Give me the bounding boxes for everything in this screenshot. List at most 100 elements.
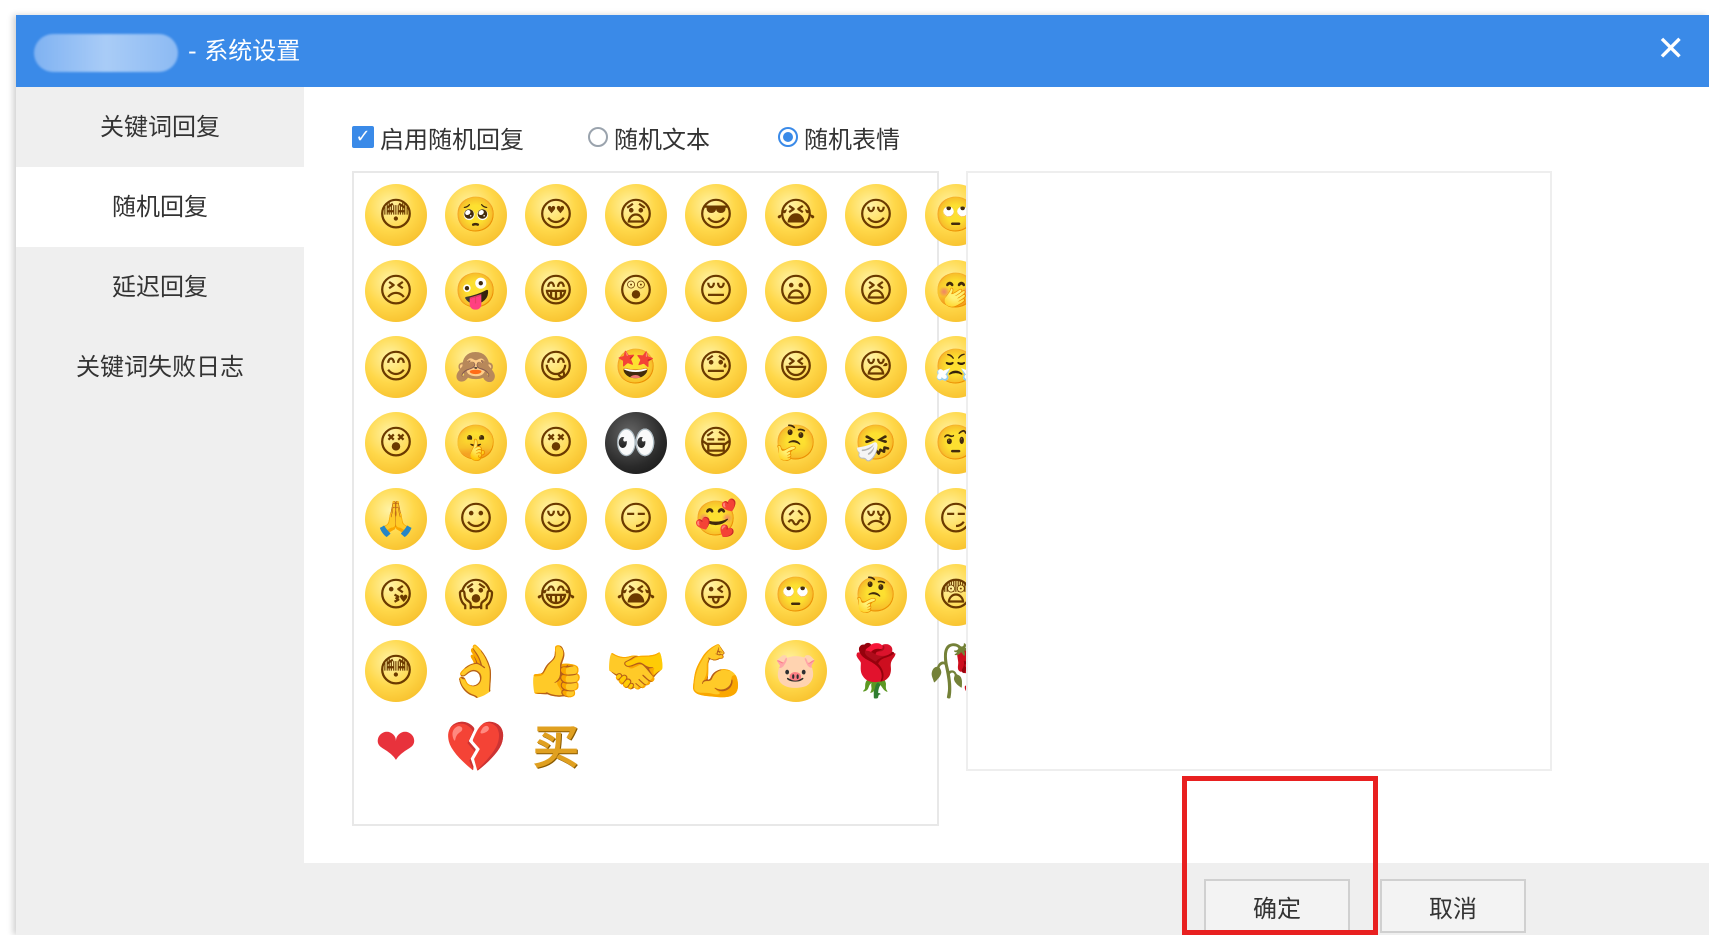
emoji-face-icon: 😦 (765, 260, 827, 322)
main-content: ✓ 启用随机回复 随机文本 随机表情 😳 🥺 😍 😧 😎 😭 😌 🙄 😣 🤪 😁 😲 😔 😦 😫 🤭 😊 🙈 😋 🤩 😓… (304, 87, 1709, 863)
emoji-face-icon: 😭 (605, 564, 667, 626)
close-icon[interactable]: ✕ (1657, 29, 1686, 69)
emoji-item[interactable]: 😔 (676, 253, 756, 329)
emoji-face-icon: 😊 (365, 336, 427, 398)
emoji-item[interactable]: 💪 (676, 633, 756, 709)
emoji-item[interactable]: 😷 (676, 405, 756, 481)
emoji-item[interactable]: 😧 (596, 177, 676, 253)
emoji-item[interactable]: 😍 (516, 177, 596, 253)
emoji-item[interactable]: 👍 (516, 633, 596, 709)
emoji-item[interactable]: 👀 (596, 405, 676, 481)
emoji-face-icon: 😋 (525, 336, 587, 398)
emoji-grid: 😳 🥺 😍 😧 😎 😭 😌 🙄 😣 🤪 😁 😲 😔 😦 😫 🤭 😊 🙈 😋 🤩 😓 😆 😪 😤 😵 🤫 😵 👀 😷 🤔 🤧 🤨 🙏 ☺ 😌 😏 🥰 😖 😢 😏… (356, 177, 996, 785)
emoji-item[interactable]: ☺ (436, 481, 516, 557)
emoji-item[interactable]: 🙄 (756, 557, 836, 633)
emoji-face-icon: 🤫 (445, 412, 507, 474)
emoji-face-icon: 😆 (765, 336, 827, 398)
emoji-item[interactable]: 😖 (756, 481, 836, 557)
emoji-item[interactable]: 🤔 (836, 557, 916, 633)
emoji-item[interactable]: 😢 (836, 481, 916, 557)
emoji-item[interactable]: 🤫 (436, 405, 516, 481)
checkbox-checked-icon: ✓ (352, 126, 374, 148)
emoji-face-icon: 😣 (365, 260, 427, 322)
enable-random-reply-checkbox[interactable]: ✓ 启用随机回复 (352, 117, 524, 157)
emoji-item[interactable]: 😆 (756, 329, 836, 405)
rose-icon: 🌹 (844, 642, 908, 700)
emoji-item[interactable]: 🌹 (836, 633, 916, 709)
emoji-item[interactable]: 😎 (676, 177, 756, 253)
emoji-item[interactable]: 😘 (356, 557, 436, 633)
emoji-face-icon: 😳 (365, 640, 427, 702)
random-text-label: 随机文本 (614, 125, 710, 154)
sidebar-item-delayed-reply[interactable]: 延迟回复 (16, 247, 304, 327)
emoji-item[interactable]: 🤪 (436, 253, 516, 329)
emoji-picker: 😳 🥺 😍 😧 😎 😭 😌 🙄 😣 🤪 😁 😲 😔 😦 😫 🤭 😊 🙈 😋 🤩 😓 😆 😪 😤 😵 🤫 😵 👀 😷 🤔 🤧 🤨 🙏 ☺ 😌 😏 🥰 😖 😢 😏… (352, 171, 987, 826)
emoji-face-icon: 😲 (605, 260, 667, 322)
emoji-item[interactable]: 😪 (836, 329, 916, 405)
emoji-face-icon: 😎 (685, 184, 747, 246)
cancel-button[interactable]: 取消 (1380, 879, 1526, 933)
emoji-item[interactable]: 🐷 (756, 633, 836, 709)
emoji-item[interactable]: 😌 (516, 481, 596, 557)
emoji-item[interactable]: 🙈 (436, 329, 516, 405)
thumbs-up-icon: 👍 (524, 642, 588, 700)
emoji-item[interactable]: ❤ (356, 709, 436, 785)
emoji-face-icon: 😌 (525, 488, 587, 550)
sidebar-item-keyword-reply[interactable]: 关键词回复 (16, 87, 304, 167)
emoji-face-icon: 🤧 (845, 412, 907, 474)
emoji-face-icon: 😘 (365, 564, 427, 626)
emoji-item[interactable]: 💔 (436, 709, 516, 785)
emoji-face-icon: 😱 (445, 564, 507, 626)
emoji-item[interactable]: 😳 (356, 177, 436, 253)
handshake-icon: 🤝 (604, 642, 668, 700)
emoji-face-icon: 😵 (365, 412, 427, 474)
emoji-item[interactable]: 🤧 (836, 405, 916, 481)
emoji-item[interactable]: 😫 (836, 253, 916, 329)
emoji-item[interactable]: 🤔 (756, 405, 836, 481)
emoji-item[interactable]: 😱 (436, 557, 516, 633)
emoji-face-icon: 😂 (525, 564, 587, 626)
emoji-item[interactable]: 😣 (356, 253, 436, 329)
emoji-face-icon: 😏 (605, 488, 667, 550)
emoji-face-icon: 🥺 (445, 184, 507, 246)
emoji-item[interactable]: 😋 (516, 329, 596, 405)
emoji-item[interactable]: 🥰 (676, 481, 756, 557)
emoji-item[interactable]: 😵 (516, 405, 596, 481)
emoji-item[interactable]: 😓 (676, 329, 756, 405)
emoji-face-icon: 😳 (365, 184, 427, 246)
emoji-face-icon: 😢 (845, 488, 907, 550)
ok-hand-icon: 👌 (444, 642, 508, 700)
confirm-button[interactable]: 确定 (1204, 879, 1350, 933)
emoji-item[interactable]: 😂 (516, 557, 596, 633)
random-emoji-radio[interactable]: 随机表情 (778, 117, 900, 157)
emoji-item[interactable]: 🤝 (596, 633, 676, 709)
emoji-item[interactable]: 👌 (436, 633, 516, 709)
emoji-face-icon: 🤔 (845, 564, 907, 626)
emoji-item[interactable]: 😳 (356, 633, 436, 709)
emoji-item[interactable]: 😜 (676, 557, 756, 633)
emoji-face-icon: ☺ (445, 488, 507, 550)
emoji-item[interactable]: 😌 (836, 177, 916, 253)
emoji-item[interactable]: 😏 (596, 481, 676, 557)
buy-icon: 买 (533, 720, 579, 774)
emoji-item[interactable]: 😊 (356, 329, 436, 405)
emoji-item[interactable]: 🙏 (356, 481, 436, 557)
random-text-radio[interactable]: 随机文本 (588, 117, 710, 157)
emoji-face-icon: 🤔 (765, 412, 827, 474)
emoji-item[interactable]: 😦 (756, 253, 836, 329)
emoji-item[interactable]: 😲 (596, 253, 676, 329)
emoji-item[interactable]: 😭 (756, 177, 836, 253)
emoji-item[interactable]: 买 (516, 709, 596, 785)
emoji-face-icon: 😔 (685, 260, 747, 322)
emoji-item[interactable]: 😁 (516, 253, 596, 329)
sidebar-item-random-reply[interactable]: 随机回复 (16, 167, 304, 247)
emoji-item[interactable]: 🤩 (596, 329, 676, 405)
emoji-item[interactable]: 😭 (596, 557, 676, 633)
random-emoji-label: 随机表情 (804, 125, 900, 154)
emoji-item[interactable]: 🥺 (436, 177, 516, 253)
selected-emoji-preview (966, 171, 1552, 771)
sidebar-item-keyword-fail-log[interactable]: 关键词失败日志 (16, 327, 304, 407)
heart-icon: ❤ (375, 718, 417, 776)
emoji-item[interactable]: 😵 (356, 405, 436, 481)
broken-heart-icon: 💔 (444, 718, 508, 776)
